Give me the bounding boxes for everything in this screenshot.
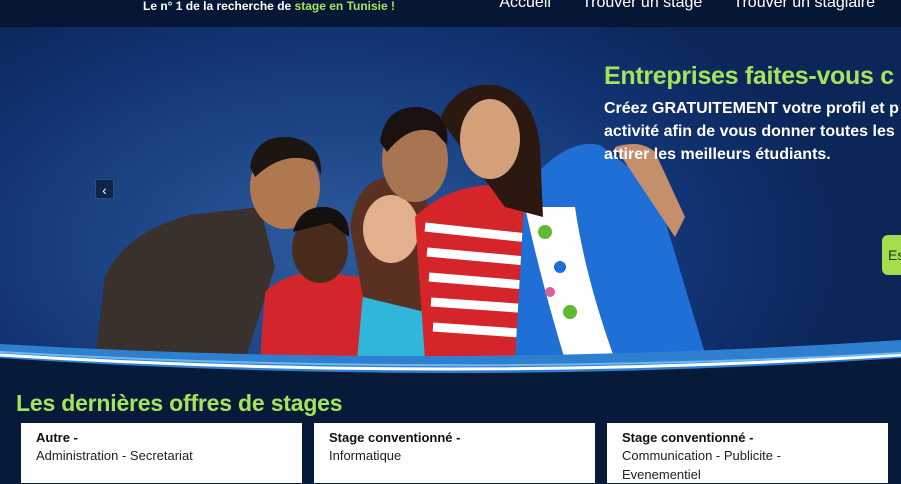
hero-headline: Entreprises faites-vous c [604, 62, 894, 90]
slider-prev-button[interactable]: ‹ [95, 179, 114, 199]
tagline-highlight: stage en Tunisie ! [294, 0, 396, 13]
offer-category: Administration - Secretariat [36, 448, 193, 463]
hero-description: Créez GRATUITEMENT votre profil et p act… [604, 97, 901, 166]
offer-type: Stage conventionné - [329, 430, 461, 445]
offer-card[interactable]: Stage conventionné - Communication - Pub… [607, 423, 888, 483]
hero-text-line: attirer les meilleurs étudiants. [604, 146, 831, 163]
chevron-left-icon: ‹ [102, 182, 107, 198]
hero-text-line: activité afin de vous donner toutes les [604, 123, 895, 140]
offer-card[interactable]: Autre - Administration - Secretariat [21, 423, 302, 483]
hero-text-line: Créez GRATUITEMENT votre profil et p [604, 100, 899, 117]
offer-category: Communication - Publicite - Evenementiel [622, 448, 781, 482]
nav-trouver-un-stagiaire[interactable]: Trouver un stagiaire [733, 0, 875, 12]
hero-cta-button[interactable]: Es [882, 235, 901, 275]
tagline-text: Le n° 1 de la recherche de [143, 0, 292, 13]
latest-offers-title: Les dernières offres de stages [16, 390, 343, 416]
offer-category: Informatique [329, 448, 402, 463]
hero-slider: ‹ Entreprises faites-vous c Créez GRATUI… [0, 27, 901, 360]
offers-list: Autre - Administration - Secretariat Sta… [21, 423, 901, 483]
top-bar: Le n° 1 de la recherche de stage en Tuni… [0, 0, 901, 27]
decorative-wave-band [0, 340, 901, 390]
offer-type: Autre - [36, 430, 78, 445]
site-tagline: Le n° 1 de la recherche de stage en Tuni… [143, 0, 395, 12]
offer-card[interactable]: Stage conventionné - Informatique [314, 423, 595, 483]
main-nav: Accueil Trouver un stage Trouver un stag… [499, 0, 901, 12]
nav-accueil[interactable]: Accueil [499, 0, 551, 12]
nav-trouver-un-stage[interactable]: Trouver un stage [582, 0, 702, 12]
offer-type: Stage conventionné - [622, 430, 754, 445]
